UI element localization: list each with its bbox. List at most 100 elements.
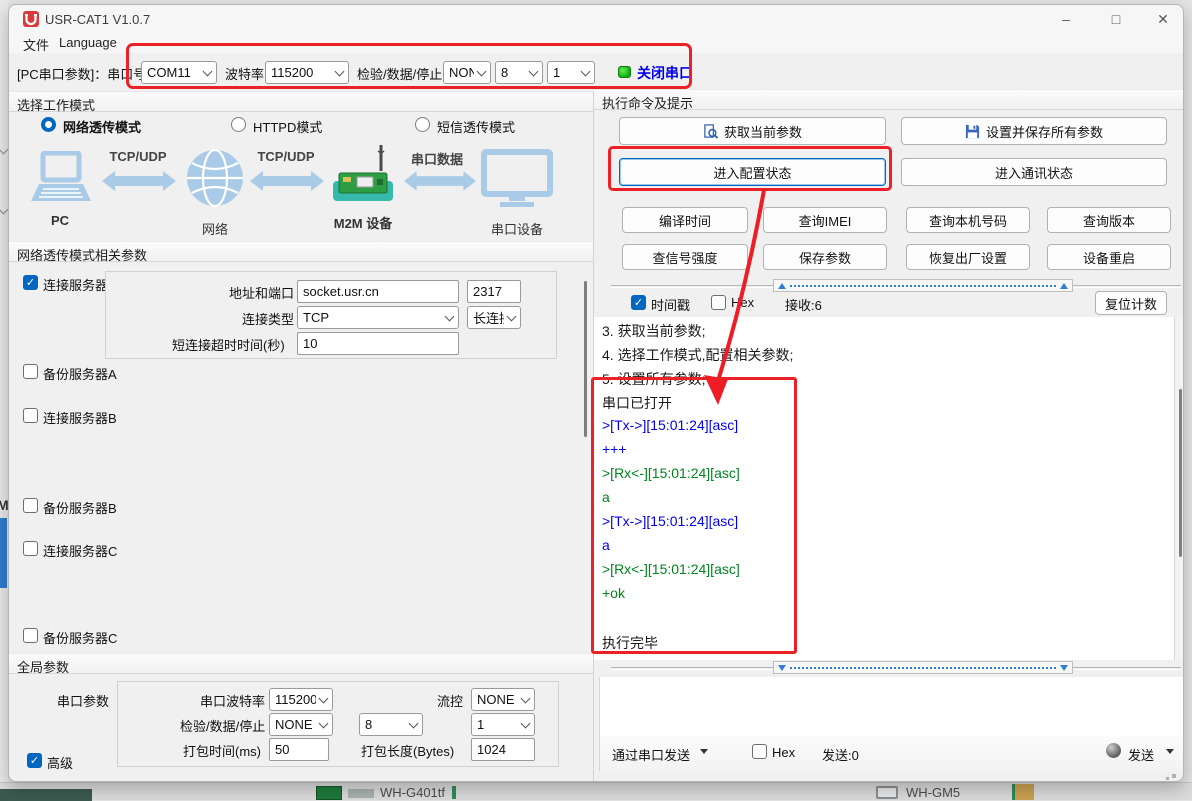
get-params-button[interactable]: 获取当前参数 <box>619 117 886 145</box>
resize-grip[interactable] <box>1166 777 1169 780</box>
resize-grip[interactable] <box>1172 774 1176 778</box>
global-databits-select[interactable]: 8 <box>359 713 423 736</box>
pack-len-input[interactable] <box>471 738 535 761</box>
log-area[interactable]: 3. 获取当前参数; 4. 选择工作模式,配置相关参数; 5. 设置所有参数; … <box>594 317 1174 660</box>
slider-arrow-icon[interactable] <box>1060 283 1068 289</box>
minimize-button[interactable]: – <box>1044 5 1088 33</box>
desktop-label: WH-G401tf <box>380 785 445 800</box>
server-port-input[interactable] <box>467 280 521 303</box>
radio-sms-transparent[interactable] <box>415 117 430 132</box>
screen: M WH-G401tf WH-GM5 USR-CAT1 V1.0.7 – □ ✕… <box>0 0 1192 800</box>
sent-count: 发送:0 <box>822 745 859 764</box>
background-window-edge: M <box>0 0 8 800</box>
server-b-checkbox[interactable] <box>23 408 38 423</box>
server-c-checkbox[interactable] <box>23 541 38 556</box>
log-line: +++ <box>602 441 627 457</box>
close-button[interactable]: ✕ <box>1141 5 1184 33</box>
network-globe-icon <box>185 147 245 209</box>
send-via-dropdown[interactable]: 通过串口发送 <box>612 745 690 764</box>
baud-select[interactable]: 115200 <box>265 61 349 84</box>
slider-arrow-icon[interactable] <box>1060 665 1068 671</box>
log-line: 4. 选择工作模式,配置相关参数; <box>602 345 793 365</box>
server-a-checkbox[interactable]: ✓ <box>23 275 38 290</box>
dropdown-caret-icon[interactable] <box>700 749 708 754</box>
menu-language[interactable]: Language <box>55 35 121 50</box>
log-hex-label[interactable]: Hex <box>731 295 754 310</box>
stopbits-select[interactable]: 1 <box>547 61 595 84</box>
radio-net-transparent[interactable] <box>41 117 56 132</box>
chevron-down-icon <box>445 311 455 321</box>
advanced-checkbox[interactable]: ✓ <box>27 753 42 768</box>
enter-config-button[interactable]: 进入配置状态 <box>619 158 886 186</box>
log-hex-checkbox[interactable] <box>711 295 726 310</box>
slider-arrow-icon[interactable] <box>778 665 786 671</box>
global-baud-label: 串口波特率 <box>200 691 265 710</box>
compile-time-button[interactable]: 编译时间 <box>622 207 748 233</box>
maximize-button[interactable]: □ <box>1094 5 1138 33</box>
query-signal-button[interactable]: 查信号强度 <box>622 244 748 270</box>
left-panel-scrollbar[interactable] <box>584 281 587 437</box>
log-scrollbar-track[interactable] <box>1174 317 1184 660</box>
timeout-input[interactable] <box>297 332 459 355</box>
conn-type-select[interactable]: TCP <box>297 306 459 329</box>
backup-b-checkbox[interactable] <box>23 498 38 513</box>
backup-c-label[interactable]: 备份服务器C <box>43 628 117 647</box>
bottom-slider[interactable] <box>773 661 1073 674</box>
set-save-all-button[interactable]: 设置并保存所有参数 <box>901 117 1167 145</box>
global-baud-select[interactable]: 115200 <box>269 688 333 711</box>
chevron-down-icon <box>521 693 531 703</box>
conn-mode-select[interactable]: 长连接 <box>467 306 521 329</box>
server-addr-input[interactable] <box>297 280 459 303</box>
close-serial-button[interactable]: 关闭串口 <box>637 63 693 83</box>
save-params-button[interactable]: 保存参数 <box>763 244 887 270</box>
timestamp-label[interactable]: 时间戳 <box>651 295 690 314</box>
server-c-label[interactable]: 连接服务器C <box>43 541 117 560</box>
enter-comm-button[interactable]: 进入通讯状态 <box>901 158 1167 186</box>
radio-httpd-label[interactable]: HTTPD模式 <box>253 117 322 136</box>
menu-file[interactable]: 文件 <box>19 35 53 54</box>
pack-time-input[interactable] <box>269 738 329 761</box>
slider-track <box>790 667 1056 669</box>
global-stopbits-select[interactable]: 1 <box>471 713 535 736</box>
work-mode-section-header: 选择工作模式 <box>9 91 593 112</box>
databits-select[interactable]: 8 <box>495 61 543 84</box>
server-b-label[interactable]: 连接服务器B <box>43 408 117 427</box>
log-scrollbar-thumb[interactable] <box>1179 389 1182 557</box>
factory-reset-button[interactable]: 恢复出厂设置 <box>906 244 1030 270</box>
parity-select[interactable]: NONI <box>443 61 491 84</box>
radio-httpd[interactable] <box>231 117 246 132</box>
send-sphere-icon <box>1106 743 1121 758</box>
title-bar[interactable]: USR-CAT1 V1.0.7 – □ ✕ <box>9 5 1183 33</box>
send-hex-checkbox[interactable] <box>752 744 767 759</box>
serial-param-label: [PC串口参数]：串口号 <box>17 64 146 83</box>
com-port-select[interactable]: COM11 <box>141 61 217 84</box>
radio-net-transparent-label[interactable]: 网络透传模式 <box>63 117 141 136</box>
top-slider[interactable] <box>773 279 1073 292</box>
monitor-thumbnail <box>876 786 898 799</box>
send-button[interactable]: 发送 <box>1128 745 1154 764</box>
radio-sms-transparent-label[interactable]: 短信透传模式 <box>437 117 515 136</box>
backup-a-checkbox[interactable] <box>23 364 38 379</box>
m2m-device-icon <box>329 143 397 209</box>
global-parity-select[interactable]: NONE <box>269 713 333 736</box>
advanced-label[interactable]: 高级 <box>47 753 73 772</box>
log-line: 5. 设置所有参数; <box>602 369 705 389</box>
slider-arrow-icon[interactable] <box>778 283 786 289</box>
backup-b-label[interactable]: 备份服务器B <box>43 498 117 517</box>
send-caret-icon[interactable] <box>1166 749 1174 754</box>
chevron-down-icon <box>477 66 487 76</box>
query-version-button[interactable]: 查询版本 <box>1047 207 1171 233</box>
query-number-button[interactable]: 查询本机号码 <box>906 207 1030 233</box>
send-hex-label[interactable]: Hex <box>772 745 795 760</box>
query-imei-button[interactable]: 查询IMEI <box>763 207 887 233</box>
serial-status-led-icon <box>618 66 631 78</box>
device-restart-button[interactable]: 设备重启 <box>1047 244 1171 270</box>
reset-count-button[interactable]: 复位计数 <box>1095 291 1167 315</box>
backup-c-checkbox[interactable] <box>23 628 38 643</box>
backup-a-label[interactable]: 备份服务器A <box>43 364 117 383</box>
send-textarea[interactable] <box>600 677 1184 735</box>
timestamp-checkbox[interactable]: ✓ <box>631 295 646 310</box>
flow-select[interactable]: NONE <box>471 688 535 711</box>
node-label: PC <box>51 213 69 228</box>
double-arrow-icon <box>101 169 177 193</box>
